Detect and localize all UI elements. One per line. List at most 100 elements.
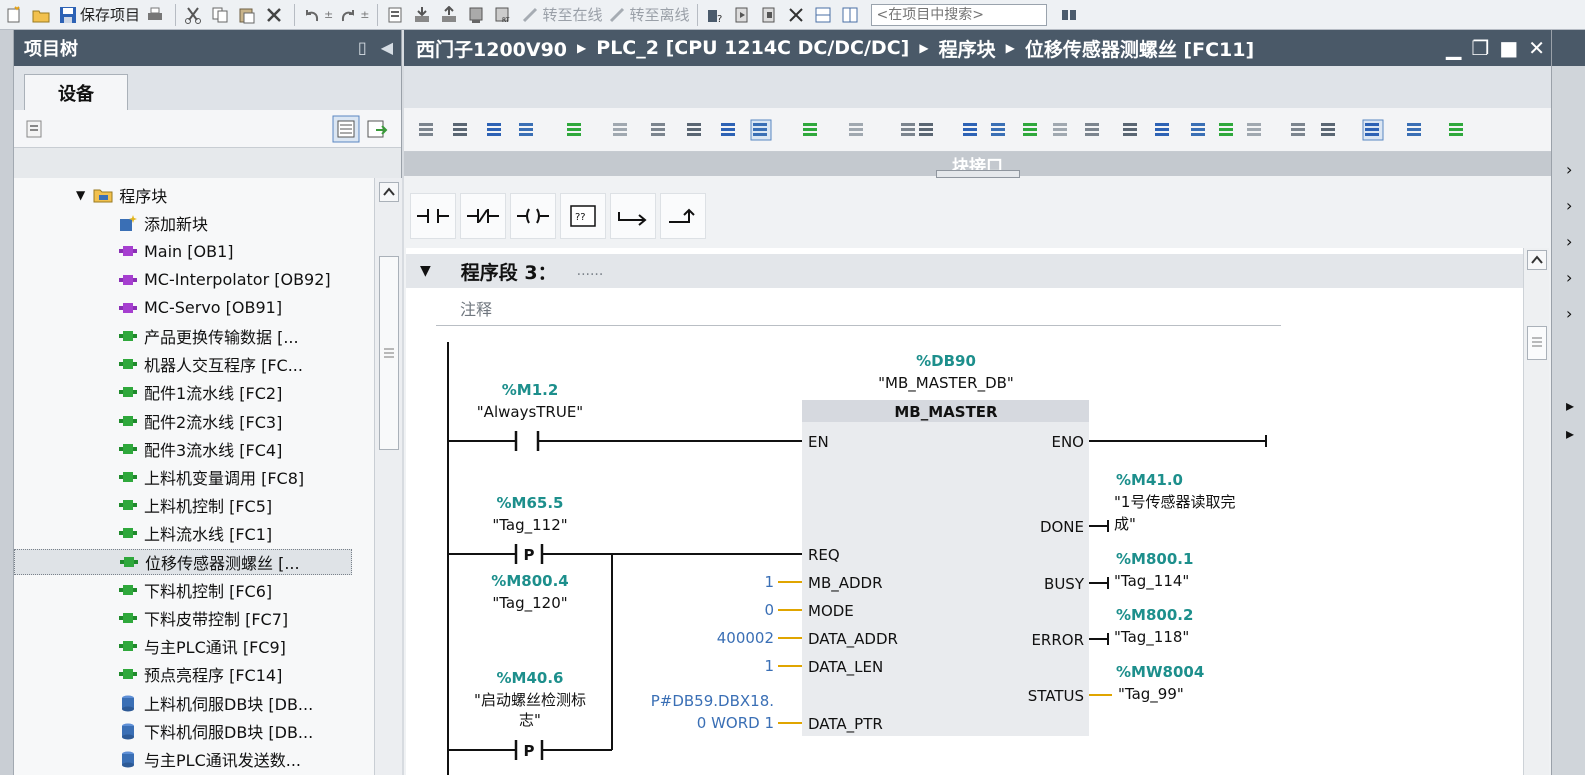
- monitor-on-icon[interactable]: [1288, 119, 1310, 141]
- go-offline-button[interactable]: 转至离线: [605, 2, 692, 28]
- device-icon[interactable]: [464, 2, 491, 28]
- device-overview-icon[interactable]: [24, 118, 46, 140]
- watch-table-icon[interactable]: [1318, 119, 1340, 141]
- paste-icon[interactable]: [235, 2, 262, 28]
- restore-icon[interactable]: ❐: [1471, 36, 1489, 60]
- left-collapsed-strip[interactable]: [0, 30, 14, 775]
- breadcrumb-item[interactable]: 程序块: [939, 35, 996, 62]
- delete-network-icon[interactable]: [450, 119, 472, 141]
- simulation-icon[interactable]: RT: [491, 2, 518, 28]
- stop-cpu-icon[interactable]: [757, 2, 784, 28]
- reference-icon[interactable]: [1152, 119, 1174, 141]
- new-project-icon[interactable]: [2, 2, 29, 28]
- reset-start-values-icon[interactable]: [564, 119, 586, 141]
- tree-item[interactable]: 下料机控制 [FC6]: [118, 577, 272, 603]
- expand-toggle-icon[interactable]: ▼: [76, 188, 85, 202]
- project-search-input[interactable]: [871, 3, 1048, 26]
- redo-icon[interactable]: ±: [336, 2, 372, 28]
- tree-item[interactable]: 配件3流水线 [FC4]: [118, 436, 282, 462]
- overview-icon[interactable]: [916, 119, 938, 141]
- tree-item[interactable]: 与主PLC通讯 [FC9]: [118, 633, 286, 659]
- tree-item[interactable]: 产品更换传输数据 [...: [118, 323, 299, 349]
- update-call-icon[interactable]: [1082, 119, 1104, 141]
- tree-item[interactable]: ▼ 程序块: [76, 182, 167, 208]
- nc-contact-button[interactable]: [460, 193, 506, 239]
- append-row-icon[interactable]: [516, 119, 538, 141]
- breadcrumb-item[interactable]: 西门子1200V90: [416, 35, 567, 62]
- empty-box-button[interactable]: ??: [560, 193, 606, 239]
- minimize-icon[interactable]: ▁: [1446, 36, 1461, 60]
- save-project-button[interactable]: 保存项目: [56, 2, 143, 28]
- maximize-icon[interactable]: ■: [1499, 36, 1518, 60]
- split-horizontal-icon[interactable]: [811, 2, 838, 28]
- close-branch-button[interactable]: [660, 193, 706, 239]
- collapse-arrow-icon[interactable]: ›: [1566, 304, 1580, 323]
- expand-networks-icon[interactable]: [684, 119, 706, 141]
- tree-item[interactable]: Main [OB1]: [118, 238, 234, 264]
- upload-icon[interactable]: [437, 2, 464, 28]
- search-project-icon[interactable]: [1057, 2, 1084, 28]
- tree-item[interactable]: 下料皮带控制 [FC7]: [118, 605, 288, 631]
- list-view-icon[interactable]: [332, 115, 360, 143]
- tree-item[interactable]: 上料机伺服DB块 [DB...: [118, 690, 313, 716]
- cross-reference-icon[interactable]: [784, 2, 811, 28]
- undo-icon[interactable]: ±: [300, 2, 336, 28]
- networks-open-icon[interactable]: [800, 119, 822, 141]
- block-interface-bar[interactable]: 块接口: [404, 152, 1551, 178]
- compare-icon[interactable]: [846, 119, 868, 141]
- step-forward-icon[interactable]: [1244, 119, 1266, 141]
- start-cpu-icon[interactable]: [730, 2, 757, 28]
- settings-icon[interactable]: [1446, 119, 1468, 141]
- collapse-arrow-icon[interactable]: ›: [1566, 232, 1580, 251]
- test-icon[interactable]: [1404, 119, 1426, 141]
- tree-item[interactable]: 预点亮程序 [FC14]: [118, 661, 282, 687]
- absolute-operands-icon[interactable]: [610, 119, 632, 141]
- tree-item[interactable]: MC-Interpolator [OB92]: [118, 267, 331, 293]
- breadcrumb-item[interactable]: 位移传感器测螺丝 [FC11]: [1025, 35, 1254, 62]
- insert-row-icon[interactable]: [484, 119, 506, 141]
- cut-icon[interactable]: [181, 2, 208, 28]
- editor-scrollbar[interactable]: [1523, 248, 1549, 775]
- tree-item[interactable]: 配件2流水线 [FC3]: [118, 408, 282, 434]
- open-branch-button[interactable]: [610, 193, 656, 239]
- step-back-icon[interactable]: [1216, 119, 1238, 141]
- collapse-networks-icon[interactable]: [648, 119, 670, 141]
- tree-item[interactable]: 下料机伺服DB块 [DB...: [118, 718, 313, 744]
- tree-item[interactable]: 配件1流水线 [FC2]: [118, 379, 282, 405]
- comments-icon[interactable]: [750, 119, 772, 141]
- tree-item[interactable]: 与主PLC通讯发送数...: [118, 746, 301, 772]
- block-interface-splitter[interactable]: [936, 170, 1020, 178]
- open-project-icon[interactable]: [29, 2, 56, 28]
- tree-item[interactable]: 位移传感器测螺丝 [...: [14, 548, 352, 575]
- tree-item[interactable]: 上料流水线 [FC1]: [118, 520, 272, 546]
- collapse-arrow-icon[interactable]: ›: [1566, 268, 1580, 287]
- tree-scrollbar[interactable]: [374, 178, 402, 775]
- go-online-button[interactable]: 转至在线: [518, 2, 605, 28]
- print-icon[interactable]: [143, 2, 170, 28]
- pin-panel-icon[interactable]: ▯: [358, 38, 367, 57]
- network-comment-icon[interactable]: [960, 119, 982, 141]
- tab-devices[interactable]: 设备: [24, 74, 128, 110]
- tree-scroll-thumb[interactable]: [379, 256, 399, 450]
- call-structure-icon[interactable]: [1362, 119, 1384, 141]
- split-vertical-icon[interactable]: [838, 2, 865, 28]
- scroll-up-icon[interactable]: [379, 182, 399, 202]
- next-error-icon[interactable]: [1050, 119, 1072, 141]
- close-icon[interactable]: ✕: [1528, 36, 1545, 60]
- go-to-error-icon[interactable]: [988, 119, 1010, 141]
- expand-arrow-icon[interactable]: ▸: [1566, 424, 1580, 443]
- delete-icon[interactable]: [262, 2, 289, 28]
- expand-arrow-icon[interactable]: ▸: [1566, 396, 1580, 415]
- export-icon[interactable]: [366, 118, 388, 140]
- editor-scroll-thumb[interactable]: [1527, 326, 1547, 360]
- accessible-devices-icon[interactable]: ?: [703, 2, 730, 28]
- favorites-icon[interactable]: [718, 119, 740, 141]
- compile-icon[interactable]: [383, 2, 410, 28]
- scroll-up-icon[interactable]: [1527, 250, 1547, 270]
- tree-item[interactable]: MC-Servo [OB91]: [118, 295, 282, 321]
- breadcrumb-item[interactable]: PLC_2 [CPU 1214C DC/DC/DC]: [596, 37, 909, 59]
- right-task-card-strip[interactable]: › › › › › ▸ ▸: [1551, 30, 1585, 775]
- no-contact-button[interactable]: [410, 193, 456, 239]
- copy-icon[interactable]: [208, 2, 235, 28]
- tree-item[interactable]: 上料机变量调用 [FC8]: [118, 464, 304, 490]
